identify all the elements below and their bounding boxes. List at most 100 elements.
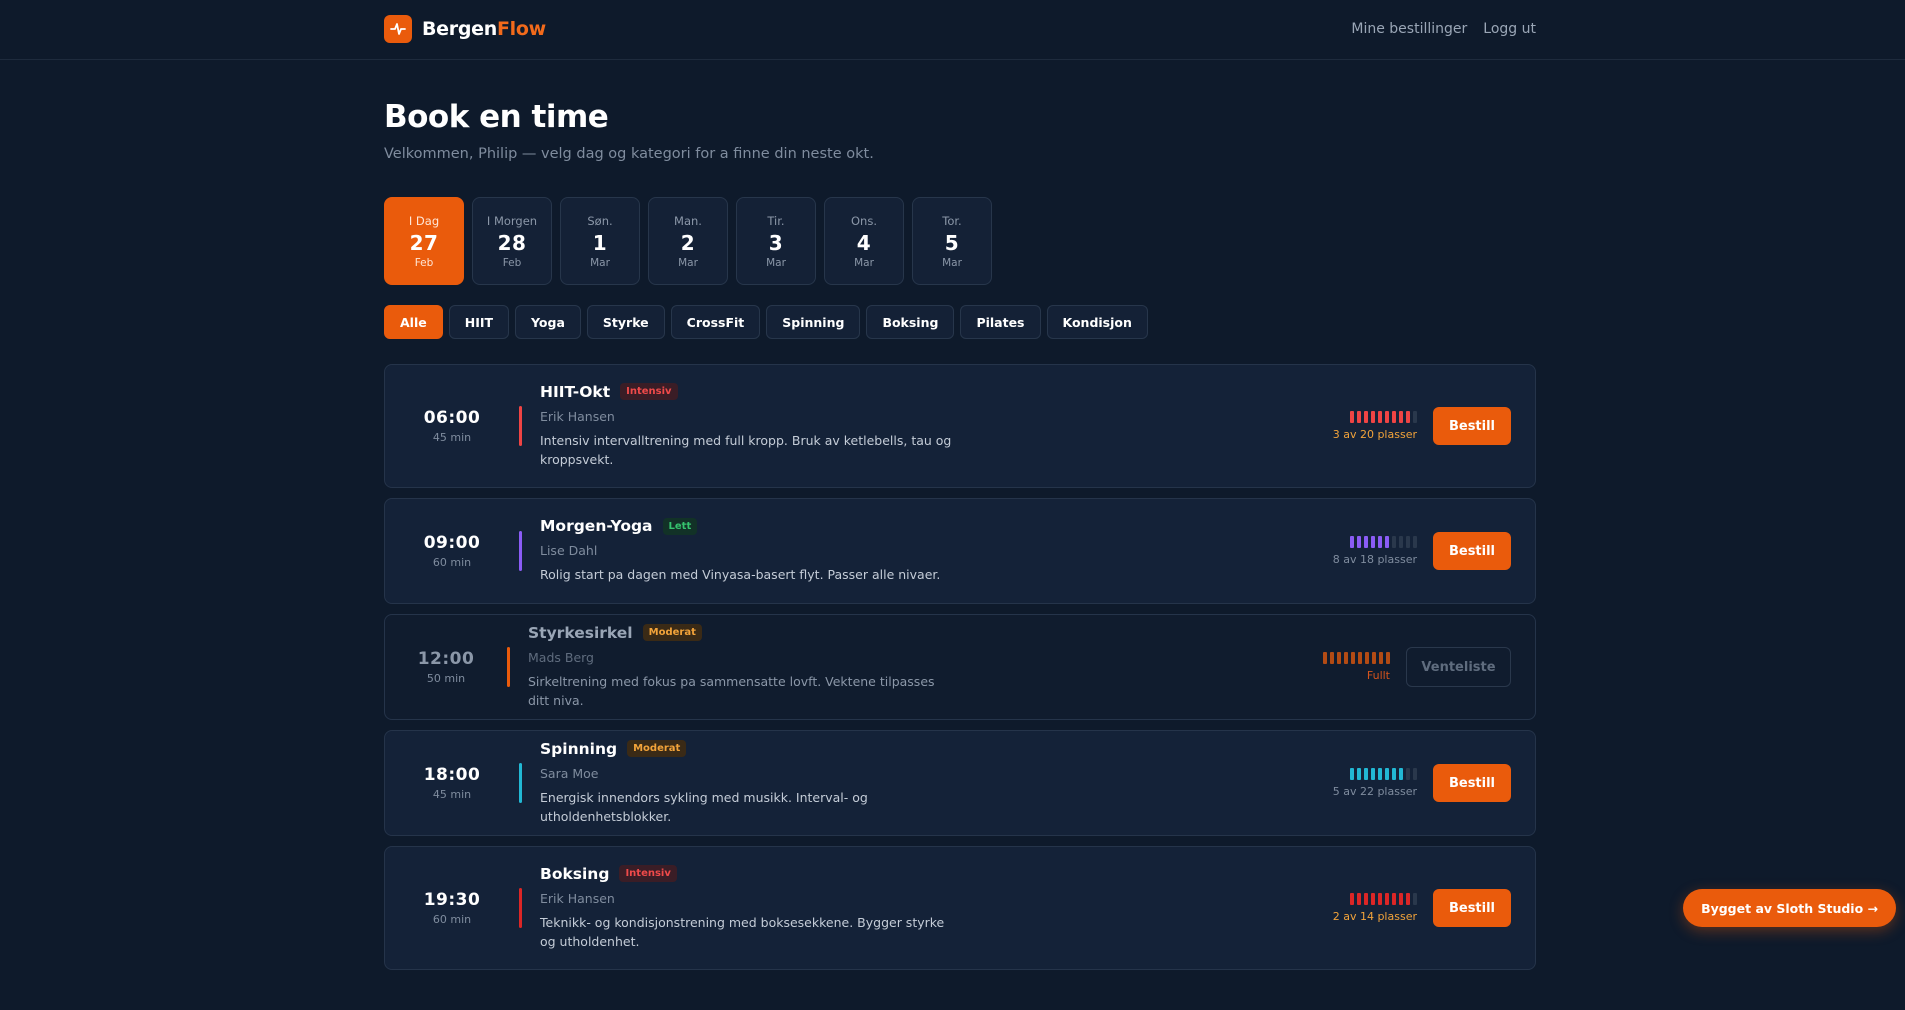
class-name: Styrkesirkel [528,623,633,642]
day-option[interactable]: Tir. 3 Mar [736,197,816,286]
day-month: Mar [854,256,874,269]
capacity-segment [1330,652,1334,665]
category-chip[interactable]: CrossFit [670,305,761,340]
day-option[interactable]: Søn. 1 Mar [560,197,640,286]
class-accent-bar [519,531,522,572]
capacity-segment [1399,768,1403,781]
capacity-bar [1333,768,1417,781]
category-chip[interactable]: Spinning [766,305,861,340]
day-option[interactable]: I Morgen 28 Feb [472,197,552,286]
class-instructor: Lise Dahl [540,543,598,559]
built-by-badge[interactable]: Bygget av Sloth Studio → [1683,889,1896,927]
category-chip[interactable]: Pilates [960,305,1041,340]
capacity-segment [1350,536,1354,549]
capacity-segment [1413,768,1417,781]
book-button[interactable]: Bestill [1433,889,1511,928]
intensity-badge: Moderat [642,624,702,642]
capacity-segment [1365,652,1369,665]
class-duration: 45 min [432,431,472,445]
capacity-segment [1378,411,1382,424]
class-name: Morgen-Yoga [540,517,653,536]
class-card: 09:00 60 min Morgen-Yoga Lett Lise Dahl Rolig… [384,498,1536,605]
category-chip[interactable]: Yoga [515,305,581,340]
page-title: Book en time [384,99,609,135]
capacity-segment [1413,411,1417,424]
capacity-segment [1371,768,1375,781]
category-chip[interactable]: HIIT [448,305,510,340]
intensity-badge: Moderat [627,740,687,758]
day-label: Man. [674,213,702,228]
class-description: Intensiv intervalltrening med full kropp… [540,432,952,467]
class-time: 19:30 [423,890,481,911]
capacity-segment [1399,411,1403,424]
class-instructor: Erik Hansen [540,408,615,424]
class-list: 06:00 45 min HIIT-Okt Intensiv Erik Hansen In… [384,364,1536,971]
category-chip[interactable]: Styrke [586,305,665,340]
class-info: Morgen-Yoga Lett Lise Dahl Rolig start pa d… [540,517,960,585]
capacity-segment [1385,768,1389,781]
capacity-text: 2 av 14 plasser [1332,910,1417,924]
category-chip[interactable]: Alle [384,305,443,340]
capacity-segment [1406,411,1410,424]
capacity-segment [1357,411,1361,424]
brand-name: BergenFlow [422,18,546,40]
capacity-segment [1413,893,1417,906]
day-number: 5 [944,230,960,255]
capacity-segment [1385,411,1389,424]
book-button[interactable]: Bestill [1433,407,1511,446]
class-duration: 60 min [432,913,472,927]
book-button[interactable]: Bestill [1433,532,1511,571]
day-month: Mar [590,256,610,269]
capacity-indicator: Fullt [1323,652,1390,682]
capacity-segment [1378,893,1382,906]
class-description: Rolig start pa dagen med Vinyasa-basert … [540,567,941,583]
capacity-bar [1333,893,1417,906]
capacity-segment [1350,768,1354,781]
capacity-segment [1351,652,1355,665]
book-button[interactable]: Bestill [1433,764,1511,803]
capacity-segment [1357,536,1361,549]
capacity-segment [1372,652,1376,665]
day-label: I Dag [408,213,440,228]
capacity-indicator: 3 av 20 plasser [1333,411,1417,441]
capacity-segment [1406,768,1410,781]
class-info: HIIT-Okt Intensiv Erik Hansen Intensiv inte… [540,383,960,470]
capacity-segment [1392,536,1396,549]
class-time: 12:00 [417,649,475,670]
category-chip[interactable]: Kondisjon [1046,305,1148,340]
capacity-indicator: 8 av 18 plasser [1333,536,1417,566]
class-accent-bar [519,763,522,804]
capacity-segment [1378,536,1382,549]
class-time-block: 12:00 50 min [385,649,507,685]
day-option[interactable]: I Dag 27 Feb [384,197,464,286]
day-label: Søn. [587,213,613,228]
class-duration: 50 min [426,672,466,686]
category-chip[interactable]: Boksing [866,305,955,340]
class-description: Sirkeltrening med fokus pa sammensatte l… [528,673,935,708]
my-bookings-link[interactable]: Mine bestillinger [1351,21,1467,37]
class-time-block: 06:00 45 min [385,408,519,444]
capacity-text: 3 av 20 plasser [1332,428,1417,442]
day-selector: I Dag 27 Feb I Morgen 28 Feb Søn. 1 Mar Man. 2 Mar T… [384,197,1536,286]
day-number: 3 [768,230,784,255]
brand[interactable]: BergenFlow [384,15,546,43]
day-month: Feb [414,256,434,269]
class-time-block: 09:00 60 min [385,533,519,569]
capacity-segment [1379,652,1383,665]
capacity-segment [1337,652,1341,665]
day-option[interactable]: Ons. 4 Mar [824,197,904,286]
class-duration: 45 min [432,788,472,802]
intensity-badge: Intensiv [620,383,678,401]
day-month: Mar [678,256,698,269]
capacity-segment [1392,411,1396,424]
day-option[interactable]: Tor. 5 Mar [912,197,992,286]
day-option[interactable]: Man. 2 Mar [648,197,728,286]
capacity-indicator: 2 av 14 plasser [1333,893,1417,923]
waitlist-button[interactable]: Venteliste [1406,647,1511,688]
logout-link[interactable]: Logg ut [1483,21,1536,37]
class-name: HIIT-Okt [540,382,611,401]
day-month: Feb [502,256,522,269]
class-header: HIIT-Okt Intensiv [540,383,960,401]
day-number: 4 [856,230,872,255]
class-instructor: Mads Berg [528,649,594,665]
